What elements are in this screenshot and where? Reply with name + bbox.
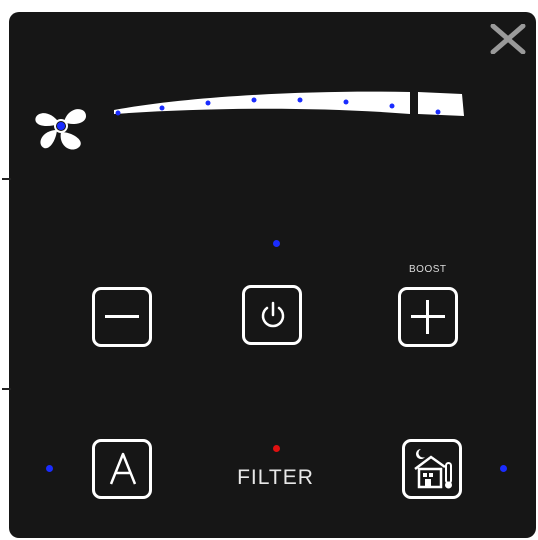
home-indicator-led	[500, 465, 507, 472]
auto-mode-icon	[109, 452, 137, 485]
edge-tick	[2, 388, 11, 390]
edge-tick	[2, 178, 11, 180]
home-night-button[interactable]	[402, 439, 462, 499]
auto-indicator-led	[46, 465, 53, 472]
boost-label: BOOST	[409, 264, 447, 275]
filter-label: FILTER	[237, 466, 314, 489]
power-indicator-led	[273, 240, 280, 247]
house-night-thermometer-icon	[414, 449, 452, 489]
filter-indicator-led	[273, 445, 280, 452]
speed-bar[interactable]	[110, 88, 470, 128]
plus-button[interactable]	[398, 287, 458, 347]
power-icon	[261, 301, 285, 328]
auto-mode-button[interactable]	[92, 439, 152, 499]
power-button[interactable]	[242, 285, 302, 345]
close-icon[interactable]	[490, 23, 526, 55]
fan-icon	[30, 100, 90, 156]
minus-button[interactable]	[92, 287, 152, 347]
minus-icon	[105, 315, 139, 318]
